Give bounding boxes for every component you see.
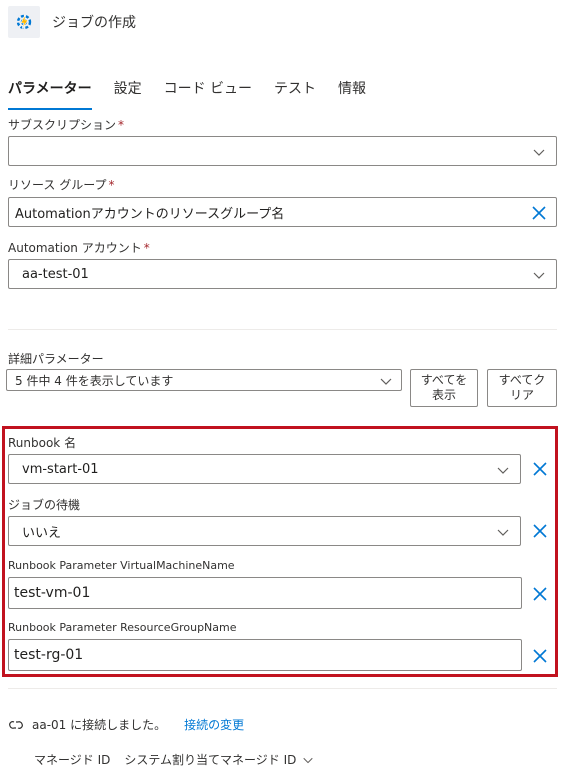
chevron-down-icon[interactable]: [302, 754, 314, 766]
managed-id-dropdown[interactable]: システム割り当てマネージド ID: [124, 751, 296, 768]
wait-job-value: いいえ: [22, 525, 62, 541]
advanced-params-select[interactable]: 5 件中 4 件を表示しています: [6, 369, 402, 391]
subscription-label: サブスクリプション *: [8, 118, 125, 132]
remove-icon[interactable]: [532, 648, 548, 664]
remove-icon[interactable]: [532, 523, 548, 539]
managed-id-row: マネージド ID システム割り当てマネージド ID: [34, 751, 314, 768]
required-mark: *: [143, 241, 150, 255]
vm-name-param-value: test-vm-01: [14, 585, 91, 601]
clear-icon[interactable]: [532, 206, 546, 220]
chevron-down-icon: [497, 467, 509, 474]
required-mark: *: [118, 118, 125, 132]
wait-job-select[interactable]: いいえ: [8, 516, 521, 546]
automation-account-select[interactable]: aa-test-01: [8, 259, 557, 289]
link-icon: [9, 720, 23, 729]
connection-status-text: aa-01 に接続しました。: [32, 718, 167, 732]
managed-id-label: マネージド ID: [34, 753, 111, 767]
remove-icon[interactable]: [532, 461, 548, 477]
wait-job-label: ジョブの待機: [8, 498, 81, 512]
automation-account-value: aa-test-01: [22, 266, 89, 282]
remove-icon[interactable]: [532, 586, 548, 602]
chevron-down-icon: [533, 149, 545, 156]
tab-parameters[interactable]: パラメーター: [8, 76, 92, 110]
resource-group-label: リソース グループ *: [8, 178, 115, 192]
divider: [8, 688, 557, 689]
resource-group-input[interactable]: Automationアカウントのリソースグループ名: [8, 197, 557, 227]
vm-name-param-input[interactable]: test-vm-01: [8, 577, 522, 609]
tab-settings[interactable]: 設定: [114, 76, 142, 110]
advanced-params-summary: 5 件中 4 件を表示しています: [15, 373, 174, 388]
tab-bar: パラメーター 設定 コード ビュー テスト 情報: [8, 76, 366, 110]
rg-name-param-value: test-rg-01: [14, 647, 84, 663]
rg-name-param-input[interactable]: test-rg-01: [8, 639, 522, 671]
rg-name-param-label: Runbook Parameter ResourceGroupName: [8, 621, 237, 634]
vm-name-param-label: Runbook Parameter VirtualMachineName: [8, 559, 235, 572]
page-title: ジョブの作成: [52, 15, 136, 31]
chevron-down-icon: [380, 378, 392, 385]
runbook-name-value: vm-start-01: [22, 461, 99, 477]
connection-status: aa-01 に接続しました。 接続の変更: [8, 716, 244, 733]
runbook-name-select[interactable]: vm-start-01: [8, 454, 521, 484]
chevron-down-icon: [533, 272, 545, 279]
tab-test[interactable]: テスト: [274, 76, 316, 110]
page-header: ジョブの作成: [8, 6, 548, 38]
show-all-button[interactable]: すべてを 表示: [410, 369, 478, 407]
tab-code-view[interactable]: コード ビュー: [164, 76, 252, 110]
tab-info[interactable]: 情報: [338, 76, 366, 110]
resource-group-value: Automationアカウントのリソースグループ名: [15, 206, 285, 222]
required-mark: *: [108, 178, 115, 192]
runbook-gear-icon: [8, 6, 40, 38]
runbook-name-label: Runbook 名: [8, 436, 77, 450]
change-connection-link[interactable]: 接続の変更: [184, 716, 244, 733]
advanced-params-label: 詳細パラメーター: [8, 352, 104, 366]
chevron-down-icon: [497, 529, 509, 536]
divider: [8, 329, 557, 330]
clear-all-button[interactable]: すべてク リア: [487, 369, 557, 407]
automation-account-label: Automation アカウント *: [8, 241, 150, 255]
subscription-select[interactable]: [8, 136, 557, 166]
